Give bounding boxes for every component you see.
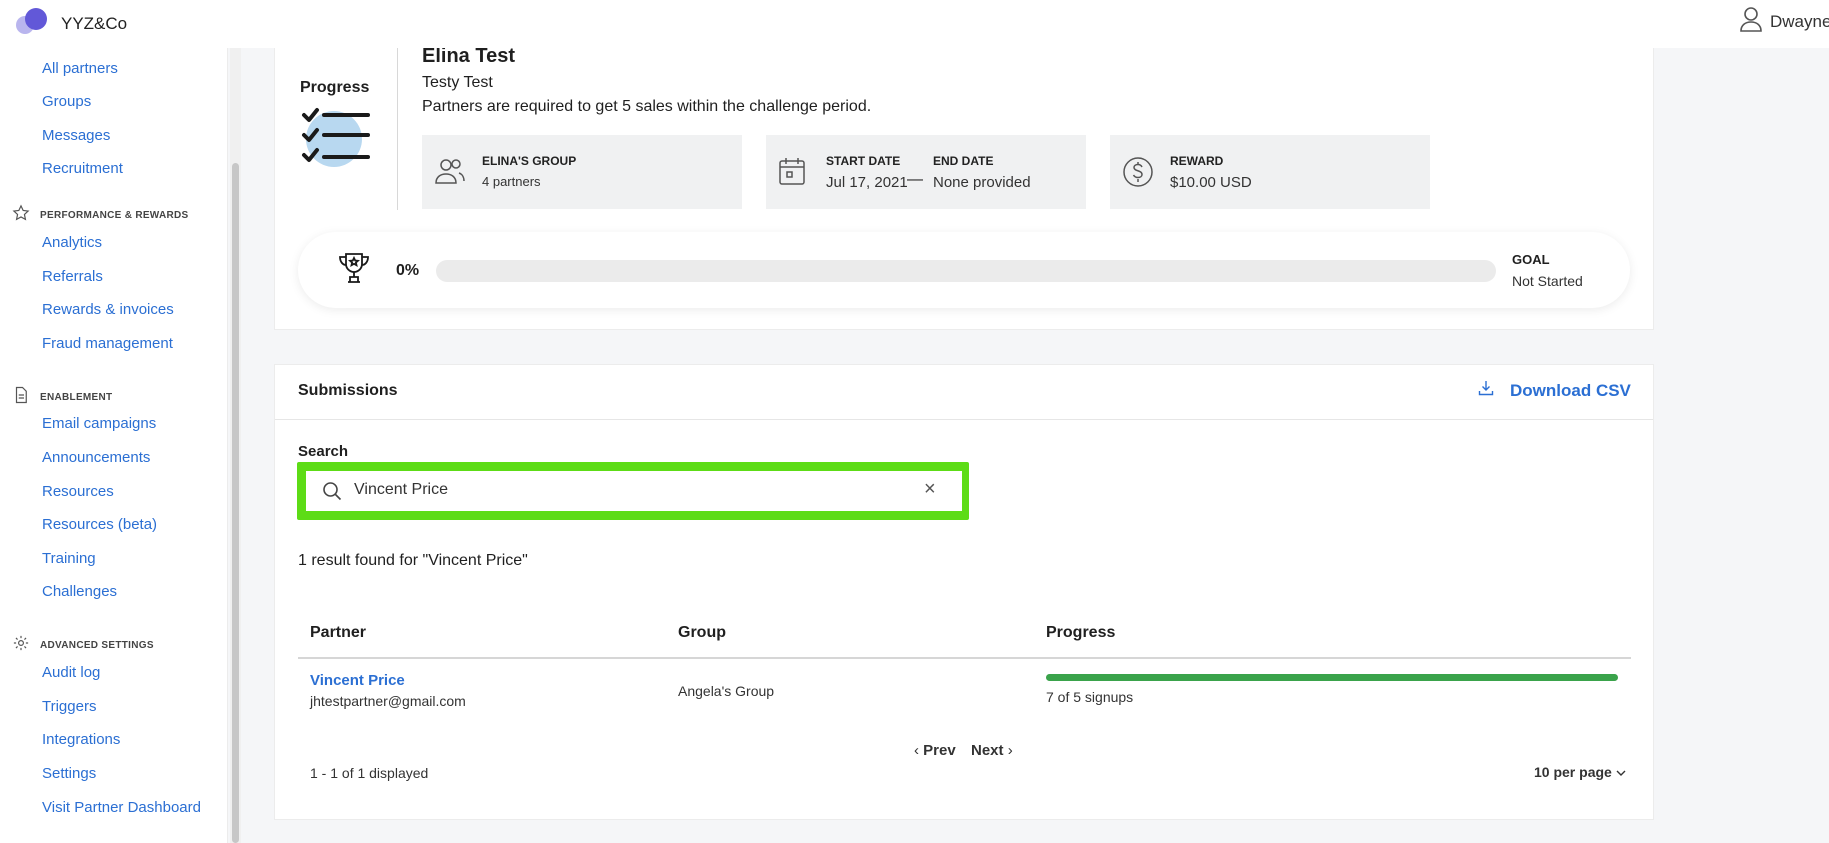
sidebar-item-integrations[interactable]: Integrations [42,731,120,748]
group-count: 4 partners [482,174,541,189]
per-page-label: 10 per page [1534,764,1612,780]
challenge-title: Elina Test [422,45,515,67]
goal-label: GOAL [1512,252,1550,267]
sidebar-item-recruitment[interactable]: Recruitment [42,160,123,177]
group-info-box: ELINA'S GROUP 4 partners [422,135,742,209]
submissions-title: Submissions [298,382,398,399]
sidebar-item-fraud-management[interactable]: Fraud management [42,335,173,352]
start-date-value: Jul 17, 2021 [826,174,908,191]
column-header-group[interactable]: Group [678,624,726,642]
dollar-icon [1122,156,1154,193]
challenge-description: Partners are required to get 5 sales wit… [422,98,872,115]
section-enablement: ENABLEMENT [12,386,112,409]
brand-logo[interactable] [16,8,47,34]
users-icon [434,156,466,191]
next-label: Next [971,742,1004,759]
end-date-label: END DATE [933,154,994,168]
dates-info-box: START DATE Jul 17, 2021 — END DATE None … [766,135,1086,209]
prev-page-button[interactable]: ‹ Prev [914,742,956,759]
goal-status: Not Started [1512,273,1583,289]
reward-label: REWARD [1170,154,1224,168]
sidebar-item-rewards-invoices[interactable]: Rewards & invoices [42,301,174,318]
user-name: Dwayne [1770,11,1829,31]
partner-group: Angela's Group [678,683,775,699]
section-title: ADVANCED SETTINGS [40,640,154,651]
sidebar-item-resources[interactable]: Resources [42,483,114,500]
prev-label: Prev [923,742,956,759]
sidebar: All partners Groups Messages Recruitment… [0,48,228,843]
column-header-progress[interactable]: Progress [1046,624,1115,642]
next-page-button[interactable]: Next › [971,742,1013,759]
section-title: PERFORMANCE & REWARDS [40,210,189,221]
chevron-left-icon: ‹ [914,742,919,759]
brand-name: YYZ&Co [61,14,128,33]
displayed-count: 1 - 1 of 1 displayed [310,765,429,781]
sidebar-item-challenges[interactable]: Challenges [42,583,117,600]
sidebar-item-resources-beta[interactable]: Resources (beta) [42,516,157,533]
chevron-down-icon [1616,764,1626,780]
end-date-value: None provided [933,174,1031,191]
submissions-card [274,364,1654,820]
search-box [306,471,962,511]
goal-percent: 0% [396,262,420,279]
sidebar-item-training[interactable]: Training [42,550,96,567]
download-icon [1478,380,1494,401]
partner-name-link[interactable]: Vincent Price [310,672,405,689]
divider [275,419,1653,420]
search-label: Search [298,443,349,460]
checklist-icon [300,105,372,170]
date-separator: — [907,171,923,188]
challenge-subtitle: Testy Test [422,74,493,91]
group-name: ELINA'S GROUP [482,154,577,168]
vertical-divider [397,48,398,210]
sidebar-item-messages[interactable]: Messages [42,127,110,144]
column-header-partner[interactable]: Partner [310,624,366,642]
sidebar-item-settings[interactable]: Settings [42,765,96,782]
sidebar-item-email-campaigns[interactable]: Email campaigns [42,415,156,432]
section-advanced-settings: ADVANCED SETTINGS [12,634,154,657]
row-progress-fill [1046,674,1618,681]
reward-value: $10.00 USD [1170,174,1252,191]
section-performance-rewards: PERFORMANCE & REWARDS [12,204,189,227]
sidebar-item-referrals[interactable]: Referrals [42,268,103,285]
download-csv-label: Download CSV [1510,380,1631,400]
star-icon [12,204,30,227]
download-csv-button[interactable]: Download CSV [1478,380,1631,401]
sidebar-item-groups[interactable]: Groups [42,93,91,110]
chevron-right-icon: › [1007,742,1013,759]
document-icon [12,386,30,409]
progress-label: Progress [300,79,370,96]
sidebar-item-all-partners[interactable]: All partners [42,60,118,77]
clear-search-icon[interactable]: × [924,478,936,501]
sidebar-item-announcements[interactable]: Announcements [42,449,150,466]
sidebar-item-triggers[interactable]: Triggers [42,698,96,715]
user-menu[interactable]: Dwayne [1740,6,1829,37]
start-date-label: START DATE [826,154,901,168]
sidebar-scrollbar[interactable] [232,163,239,843]
sidebar-item-analytics[interactable]: Analytics [42,234,102,251]
sidebar-item-visit-partner-dashboard[interactable]: Visit Partner Dashboard [42,799,201,816]
per-page-select[interactable]: 10 per page [1534,764,1626,780]
search-icon [322,481,342,506]
search-input[interactable] [354,481,914,499]
goal-progress-bar [436,260,1496,282]
gear-icon [12,634,30,657]
row-progress-text: 7 of 5 signups [1046,689,1134,705]
partner-email: jhtestpartner@gmail.com [310,693,466,709]
user-icon [1740,6,1762,37]
table-header-divider [298,657,1631,659]
calendar-icon [778,156,806,191]
trophy-icon [336,250,372,291]
top-bar: YYZ&Co Dwayne [0,0,1829,48]
reward-info-box: REWARD $10.00 USD [1110,135,1430,209]
row-progress-bar [1046,674,1618,681]
section-title: ENABLEMENT [40,392,113,403]
search-result-count: 1 result found for "Vincent Price" [298,552,528,569]
sidebar-item-audit-log[interactable]: Audit log [42,664,100,681]
